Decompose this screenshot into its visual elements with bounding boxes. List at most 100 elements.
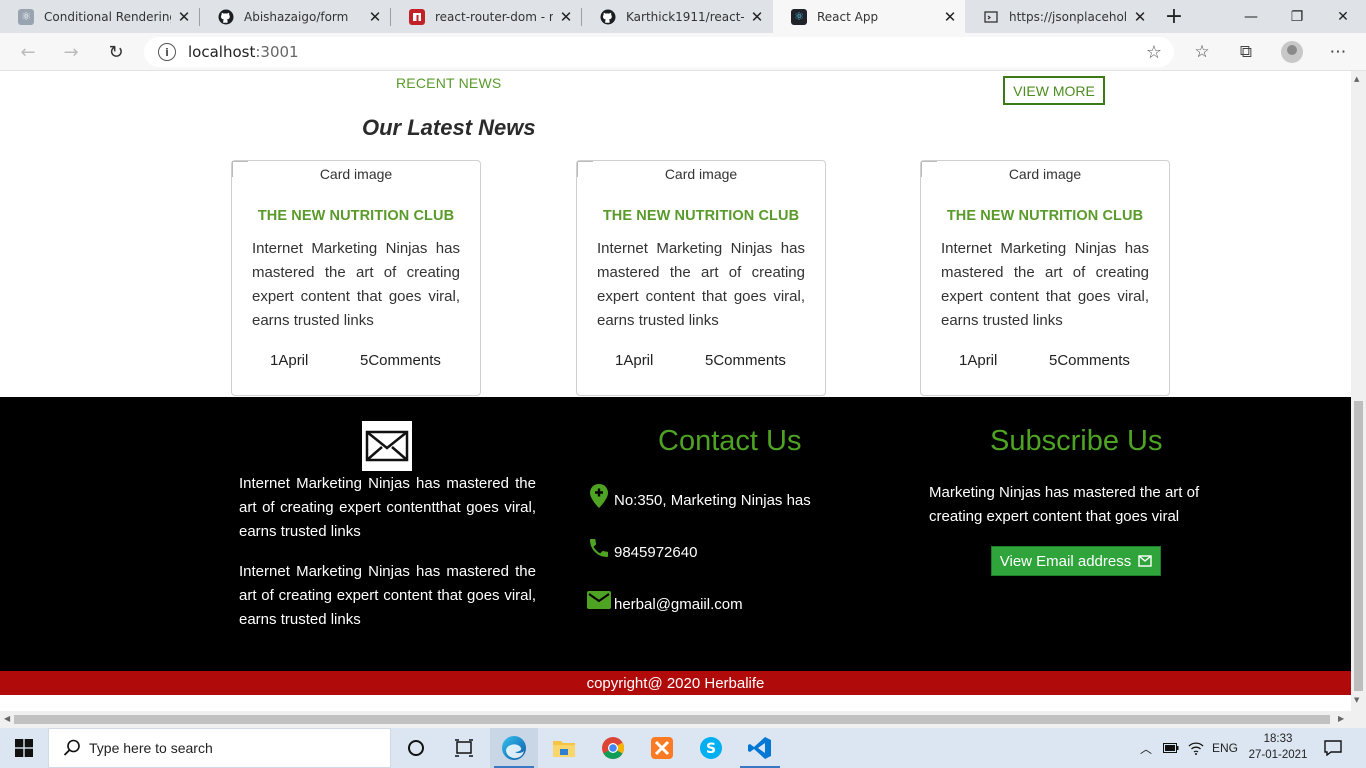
clock-date: 27-01-2021 — [1248, 749, 1308, 761]
subscribe-heading: Subscribe Us — [990, 425, 1163, 457]
skype-icon[interactable]: S — [687, 728, 735, 768]
file-explorer-icon[interactable] — [540, 728, 588, 768]
close-icon[interactable]: ✕ — [943, 8, 957, 26]
card-text: Internet Marketing Ninjas has mastered t… — [252, 240, 460, 329]
card-comments: 5Comments — [360, 352, 441, 369]
browser-tab[interactable]: ⚛ Conditional Rendering - ✕ — [0, 0, 199, 33]
news-card: Card image THE NEW NUTRITION CLUB Intern… — [576, 160, 826, 396]
contact-phone: 9845972640 — [586, 535, 697, 561]
restore-icon[interactable]: ❐ — [1274, 0, 1320, 33]
tab-title: Abishazaigo/form — [244, 9, 349, 24]
card-title: THE NEW NUTRITION CLUB — [946, 208, 1144, 224]
url-field[interactable]: i localhost:3001 ☆ — [144, 37, 1174, 67]
scroll-left-icon[interactable]: ◀ — [4, 714, 10, 723]
subscribe-text: Marketing Ninjas has mastered the art of… — [929, 484, 1200, 525]
card-date: 1April — [615, 352, 654, 369]
card-date: 1April — [959, 352, 998, 369]
close-icon[interactable]: ✕ — [1133, 8, 1147, 26]
more-menu-icon[interactable]: ⋯ — [1324, 39, 1352, 65]
close-icon[interactable]: ✕ — [177, 8, 191, 26]
recent-news-label: RECENT NEWS — [396, 75, 502, 91]
new-tab-button[interactable]: + — [1160, 0, 1188, 33]
chrome-icon[interactable] — [589, 728, 637, 768]
latest-news-heading: Our Latest News — [362, 115, 536, 140]
xampp-icon[interactable] — [638, 728, 686, 768]
location-pin-icon — [586, 483, 612, 509]
task-view-icon[interactable] — [440, 728, 488, 768]
close-icon[interactable]: ✕ — [559, 8, 573, 26]
react-icon: ⚛ — [18, 8, 34, 25]
notifications-icon[interactable] — [1324, 728, 1342, 768]
web-page: RECENT NEWS VIEW MORE Our Latest News Ca… — [0, 71, 1351, 711]
language-indicator[interactable]: ENG — [1212, 728, 1238, 768]
taskbar: Type here to search S ︿ ENG 18:33 27-01-… — [0, 728, 1366, 768]
scroll-up-icon[interactable]: ▲ — [1354, 75, 1359, 83]
svg-text:S: S — [706, 741, 716, 757]
edge-taskbar-icon[interactable] — [490, 728, 538, 768]
browser-tab[interactable]: Karthick1911/react-trai ✕ — [582, 0, 772, 33]
windows-start-icon[interactable] — [0, 728, 48, 768]
tab-title: React App — [817, 9, 879, 24]
view-email-button[interactable]: View Email address — [991, 546, 1161, 576]
scroll-right-icon[interactable]: ▶ — [1338, 714, 1344, 723]
close-icon[interactable]: ✕ — [750, 8, 764, 26]
tab-title: Karthick1911/react-trai — [626, 9, 744, 24]
browser-tab[interactable]: https://jsonplaceholder ✕ — [965, 0, 1155, 33]
card-image: Card image — [232, 161, 480, 191]
forward-icon[interactable]: → — [57, 39, 85, 65]
card-image: Card image — [921, 161, 1169, 191]
copyright-bar: copyright@ 2020 Herbalife — [0, 671, 1351, 695]
contact-heading: Contact Us — [658, 425, 802, 457]
tab-title: Conditional Rendering - — [44, 9, 171, 24]
card-title: THE NEW NUTRITION CLUB — [257, 208, 455, 224]
scrollbar-thumb[interactable] — [14, 715, 1330, 724]
browser-tab-strip: ⚛ Conditional Rendering - ✕ Abishazaigo/… — [0, 0, 1366, 33]
taskbar-search-box[interactable]: Type here to search — [48, 728, 391, 768]
info-icon[interactable]: i — [158, 43, 176, 61]
clock[interactable]: 18:33 27-01-2021 — [1240, 731, 1316, 763]
collections-icon[interactable]: ⧉ — [1232, 39, 1260, 65]
close-icon[interactable]: ✕ — [368, 8, 382, 26]
page-icon — [983, 9, 999, 25]
avatar[interactable] — [1278, 39, 1306, 65]
npm-icon — [409, 8, 425, 25]
card-text: Internet Marketing Ninjas has mastered t… — [941, 240, 1149, 329]
browser-tab[interactable]: react-router-dom - npm ✕ — [391, 0, 581, 33]
scrollbar-thumb[interactable] — [1354, 401, 1363, 691]
card-title: THE NEW NUTRITION CLUB — [602, 208, 800, 224]
mail-icon — [586, 587, 612, 613]
footer: Internet Marketing Ninjas has mastered t… — [0, 397, 1351, 671]
cortana-icon[interactable] — [392, 728, 440, 768]
github-icon — [600, 9, 616, 25]
react-icon: ⚛ — [791, 8, 807, 25]
view-more-button[interactable]: VIEW MORE — [1003, 76, 1105, 105]
tab-title: react-router-dom - npm — [435, 9, 553, 24]
vertical-scrollbar[interactable]: ▲ ▼ — [1351, 71, 1366, 711]
horizontal-scrollbar[interactable]: ◀ ▶ — [0, 711, 1351, 728]
scroll-down-icon[interactable]: ▼ — [1354, 696, 1359, 704]
card-text: Internet Marketing Ninjas has mastered t… — [597, 240, 805, 329]
favorites-icon[interactable]: ☆ — [1188, 39, 1216, 65]
contact-email: herbal@gmaiil.com — [586, 587, 743, 613]
github-icon — [218, 9, 234, 25]
browser-tab[interactable]: Abishazaigo/form ✕ — [200, 0, 390, 33]
vscode-icon[interactable] — [736, 728, 784, 768]
search-icon — [63, 739, 81, 757]
card-comments: 5Comments — [1049, 352, 1130, 369]
add-favorite-icon[interactable]: ☆ — [1146, 42, 1162, 63]
about-text: Internet Marketing Ninjas has mastered t… — [239, 475, 536, 540]
about-text: Internet Marketing Ninjas has mastered t… — [239, 563, 536, 628]
show-hidden-icons[interactable]: ︿ — [1140, 728, 1152, 768]
wifi-icon[interactable] — [1188, 728, 1204, 768]
refresh-icon[interactable]: ↻ — [102, 39, 130, 65]
minimize-icon[interactable]: — — [1228, 0, 1274, 33]
back-icon[interactable]: ← — [14, 39, 42, 65]
phone-icon — [586, 535, 612, 561]
window-close-icon[interactable]: ✕ — [1320, 0, 1366, 33]
card-date: 1April — [270, 352, 309, 369]
browser-tab-active[interactable]: ⚛ React App ✕ — [773, 0, 965, 33]
envelope-icon — [362, 421, 412, 471]
url-text: localhost:3001 — [188, 43, 299, 61]
battery-icon[interactable] — [1163, 728, 1179, 768]
tab-title: https://jsonplaceholder — [1009, 9, 1127, 24]
